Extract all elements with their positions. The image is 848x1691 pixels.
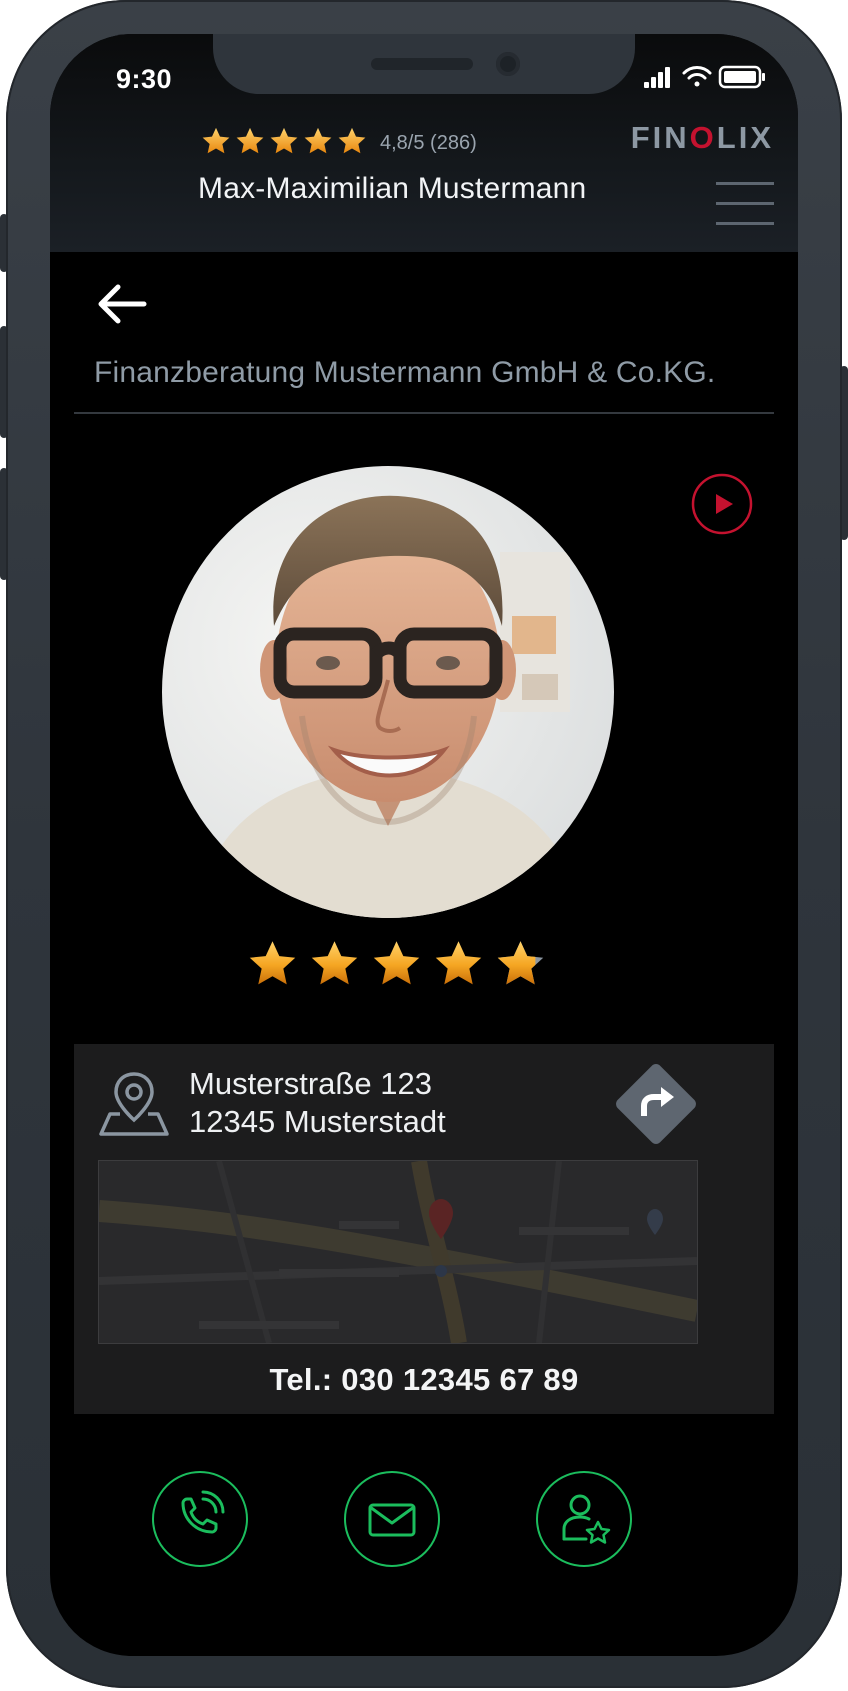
brand-logo[interactable]: FINOLIX xyxy=(631,120,774,156)
advisor-photo xyxy=(162,466,614,918)
directions-icon[interactable] xyxy=(614,1062,698,1146)
phone-icon xyxy=(181,1490,225,1534)
favorite-advisor-button[interactable] xyxy=(536,1471,632,1567)
address-card: Musterstraße 123 12345 Musterstadt Tel.:… xyxy=(74,1044,774,1414)
brand-logo-suffix: LIX xyxy=(716,120,774,155)
wifi-icon xyxy=(682,66,712,87)
phone-mockup: 9:30 4,8/5 (286) Max-Maximilian Musterma… xyxy=(0,0,848,1691)
star-icon xyxy=(236,127,264,154)
user-star-icon xyxy=(562,1494,611,1544)
battery-icon xyxy=(718,65,765,89)
profile-rating-stars xyxy=(246,938,547,989)
divider xyxy=(74,412,774,414)
star-icon xyxy=(249,941,296,985)
location-pin-icon xyxy=(99,1072,169,1136)
star-icon xyxy=(373,941,420,985)
play-video-icon[interactable] xyxy=(691,473,753,535)
address-city: 12345 Musterstadt xyxy=(189,1104,446,1139)
phone-notch xyxy=(213,34,635,94)
phone-number[interactable]: Tel.: 030 12345 67 89 xyxy=(74,1362,774,1398)
star-icon xyxy=(338,127,366,154)
star-icon xyxy=(311,941,358,985)
hamburger-menu-icon[interactable] xyxy=(716,182,774,226)
star-icon xyxy=(270,127,298,154)
star-icon xyxy=(304,127,332,154)
map-preview[interactable] xyxy=(98,1160,698,1344)
star-icon-partial xyxy=(497,941,544,985)
address-street: Musterstraße 123 xyxy=(189,1066,432,1101)
call-button[interactable] xyxy=(152,1471,248,1567)
speaker-grill xyxy=(371,58,473,70)
back-arrow-icon[interactable] xyxy=(94,280,150,328)
brand-logo-prefix: FIN xyxy=(630,120,690,155)
status-icons xyxy=(644,65,765,89)
company-name: Finanzberatung Mustermann GmbH & Co.KG. xyxy=(94,356,716,389)
brand-logo-accent: O xyxy=(689,120,717,155)
header-rating-stars xyxy=(200,126,368,156)
email-button[interactable] xyxy=(344,1471,440,1567)
status-time: 9:30 xyxy=(116,64,173,94)
front-camera xyxy=(496,52,520,76)
app-screen: 9:30 4,8/5 (286) Max-Maximilian Musterma… xyxy=(50,34,798,1656)
mail-icon xyxy=(368,1503,416,1537)
star-icon xyxy=(435,941,482,985)
signal-icon xyxy=(644,67,670,88)
advisor-name: Max-Maximilian Mustermann xyxy=(198,172,587,205)
header-rating-text: 4,8/5 (286) xyxy=(380,132,477,154)
star-icon xyxy=(202,127,230,154)
